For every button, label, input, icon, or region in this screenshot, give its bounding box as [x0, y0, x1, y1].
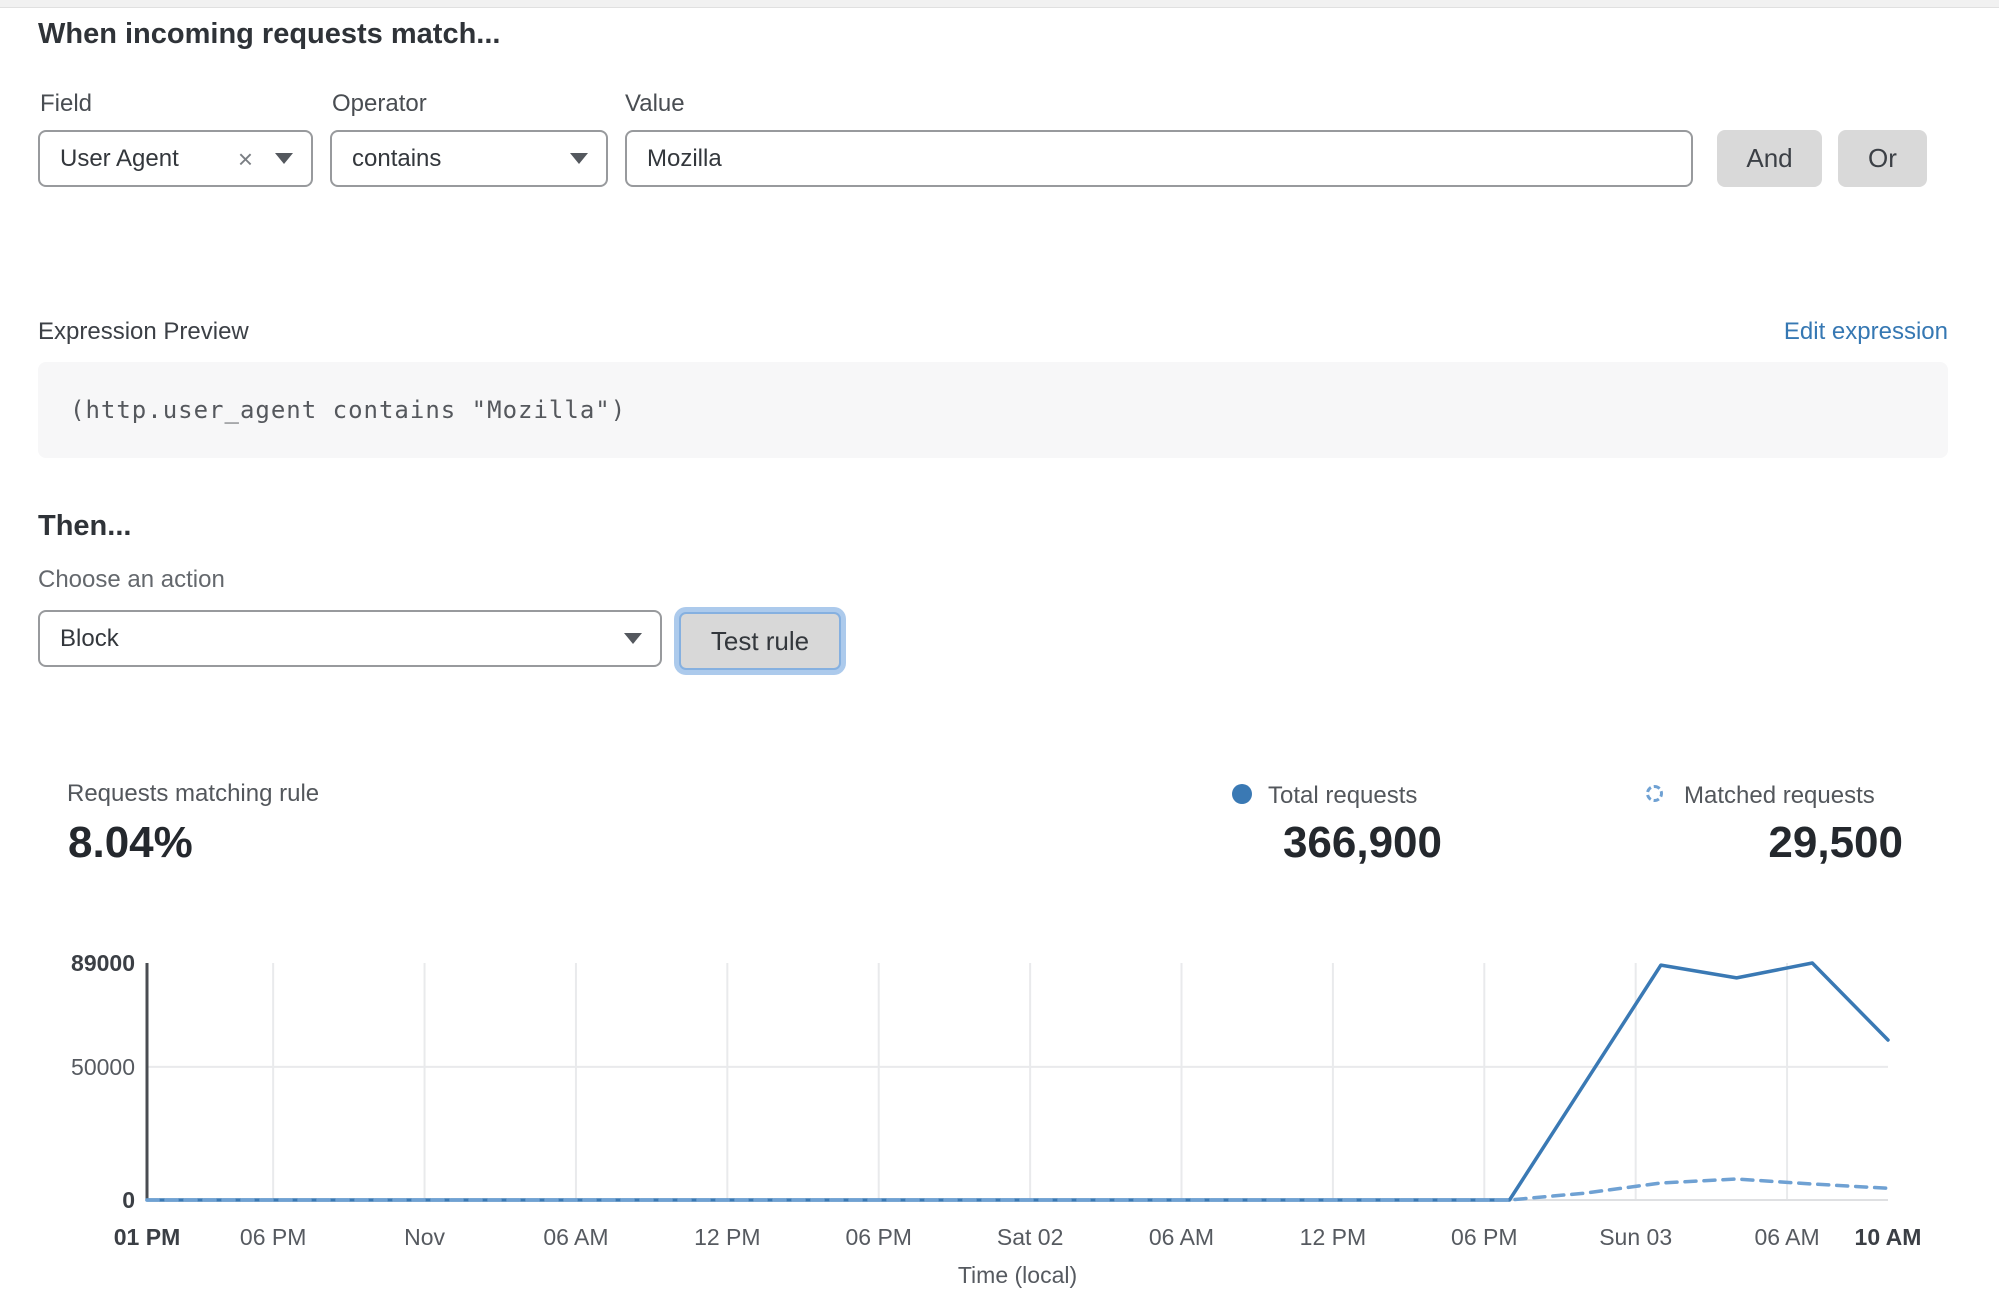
- match-heading: When incoming requests match...: [38, 18, 500, 51]
- matched-requests-line: [147, 1179, 1888, 1200]
- total-requests-label: Total requests: [1268, 782, 1417, 810]
- x-tick-label: 01 PM: [114, 1224, 180, 1250]
- action-select-value: Block: [40, 625, 624, 653]
- field-select-value: User Agent: [40, 145, 238, 173]
- operator-select[interactable]: contains: [330, 130, 608, 187]
- x-tick-label: 10 AM: [1855, 1224, 1922, 1250]
- value-input[interactable]: [625, 130, 1693, 187]
- top-divider: [0, 0, 1999, 8]
- expression-code-block: (http.user_agent contains "Mozilla"): [38, 362, 1948, 458]
- x-tick-label: 06 AM: [543, 1224, 608, 1250]
- x-tick-label: Sat 02: [997, 1224, 1064, 1250]
- operator-select-value: contains: [332, 145, 570, 173]
- chevron-down-icon[interactable]: [570, 153, 588, 164]
- matched-requests-label: Matched requests: [1684, 782, 1875, 810]
- y-tick-label: 50000: [71, 1054, 135, 1080]
- x-axis-title: Time (local): [958, 1262, 1077, 1288]
- and-button[interactable]: And: [1717, 130, 1822, 187]
- choose-action-label: Choose an action: [38, 566, 225, 594]
- total-requests-legend-icon: [1232, 784, 1252, 804]
- matching-rule-value: 8.04%: [68, 818, 193, 868]
- value-label: Value: [625, 90, 685, 118]
- x-tick-label: 06 PM: [240, 1224, 306, 1250]
- x-tick-label: 06 AM: [1149, 1224, 1214, 1250]
- action-select[interactable]: Block: [38, 610, 662, 667]
- x-tick-label: 06 AM: [1754, 1224, 1819, 1250]
- or-button[interactable]: Or: [1838, 130, 1927, 187]
- matched-requests-value: 29,500: [1700, 818, 1903, 868]
- field-select[interactable]: User Agent ×: [38, 130, 313, 187]
- edit-expression-link[interactable]: Edit expression: [1784, 318, 1948, 346]
- total-requests-line: [147, 963, 1888, 1200]
- x-tick-label: 12 PM: [1300, 1224, 1366, 1250]
- expression-preview-label: Expression Preview: [38, 318, 249, 346]
- x-tick-label: Sun 03: [1599, 1224, 1672, 1250]
- firewall-rule-builder: 01 PM 06 PM Nov 06 AM 12 PM 06 PM Sat 02 06 AM 1…: [0, 0, 1999, 1295]
- chevron-down-icon[interactable]: [275, 153, 293, 164]
- chevron-down-icon[interactable]: [624, 633, 642, 644]
- x-tick-label: 06 PM: [1451, 1224, 1517, 1250]
- test-rule-button[interactable]: Test rule: [679, 612, 841, 670]
- field-label: Field: [40, 90, 92, 118]
- x-tick-label: 06 PM: [845, 1224, 911, 1250]
- x-tick-label: 12 PM: [694, 1224, 760, 1250]
- matching-rule-label: Requests matching rule: [67, 780, 319, 808]
- expression-code: (http.user_agent contains "Mozilla"): [38, 396, 626, 424]
- clear-field-icon[interactable]: ×: [238, 146, 253, 172]
- operator-label: Operator: [332, 90, 427, 118]
- total-requests-value: 366,900: [1200, 818, 1442, 868]
- y-tick-label: 0: [122, 1187, 135, 1213]
- y-tick-label: 89000: [71, 950, 135, 976]
- matched-requests-legend-icon: [1646, 785, 1663, 802]
- x-tick-label: Nov: [404, 1224, 445, 1250]
- then-heading: Then...: [38, 510, 131, 543]
